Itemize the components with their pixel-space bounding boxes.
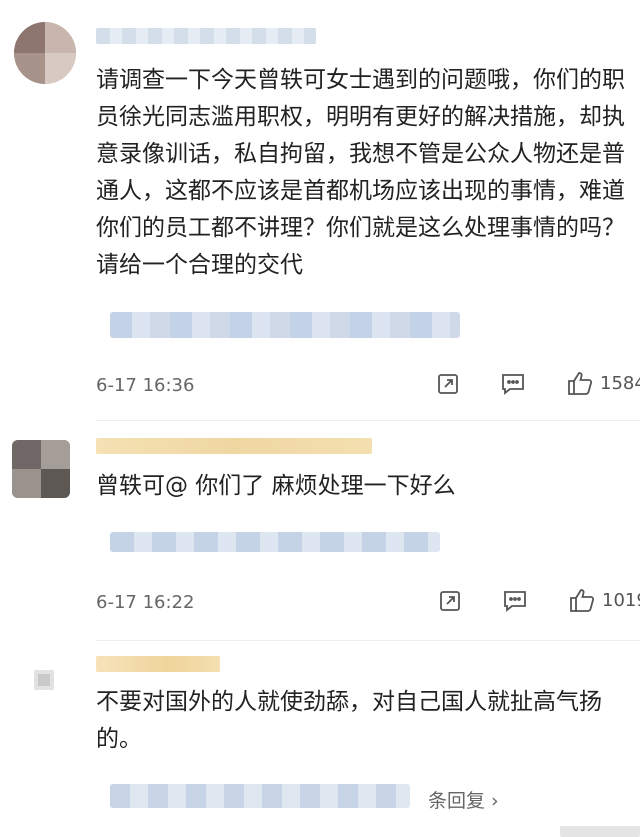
reply-preview-blurred[interactable]: [110, 784, 410, 808]
like-button[interactable]: 1019: [568, 587, 640, 613]
comment-icon: [504, 591, 526, 612]
avatar[interactable]: [12, 440, 70, 498]
like-count: 1584: [600, 372, 640, 394]
username-blurred[interactable]: [96, 438, 372, 454]
comment-text: 曾轶可@ 你们了 麻烦处理一下好么: [96, 473, 456, 499]
avatar[interactable]: [14, 22, 76, 84]
comment-text: 不要对国外的人就使劲舔，对自己国人就扯高气扬的。: [96, 689, 602, 752]
thumbs-up-icon: [568, 372, 593, 395]
like-count: 1019: [602, 589, 640, 611]
share-icon: [438, 374, 458, 394]
comment-3: 不要对国外的人就使劲舔，对自己国人就扯高气扬的。 条回复 ›: [0, 640, 640, 837]
reply-preview-blurred[interactable]: [110, 532, 440, 552]
comment-2: 曾轶可@ 你们了 麻烦处理一下好么 6-17 16:22 1019: [0, 420, 640, 640]
bottom-blurred: [560, 826, 640, 837]
comment-1: 请调查一下今天曾轶可女士遇到的问题哦，你们的职员徐光同志滥用职权，明明有更好的解…: [0, 0, 640, 420]
comment-text: 请调查一下今天曾轶可女士遇到的问题哦，你们的职员徐光同志滥用职权，明明有更好的解…: [96, 67, 625, 278]
comment-icon: [502, 374, 524, 395]
reply-button[interactable]: [502, 589, 528, 613]
like-button[interactable]: 1584: [566, 370, 640, 396]
thumbs-up-icon: [570, 589, 595, 612]
comment-time: 6-17 16:22: [96, 592, 195, 613]
share-icon: [440, 591, 460, 611]
username-blurred[interactable]: [96, 656, 220, 672]
avatar[interactable]: [34, 670, 54, 690]
share-button[interactable]: [436, 372, 460, 396]
reply-preview-blurred[interactable]: [110, 312, 460, 338]
reply-button[interactable]: [500, 372, 526, 396]
more-replies-link[interactable]: 条回复 ›: [428, 786, 499, 813]
username-blurred[interactable]: [96, 28, 316, 44]
share-button[interactable]: [438, 589, 462, 613]
comment-time: 6-17 16:36: [96, 375, 195, 396]
